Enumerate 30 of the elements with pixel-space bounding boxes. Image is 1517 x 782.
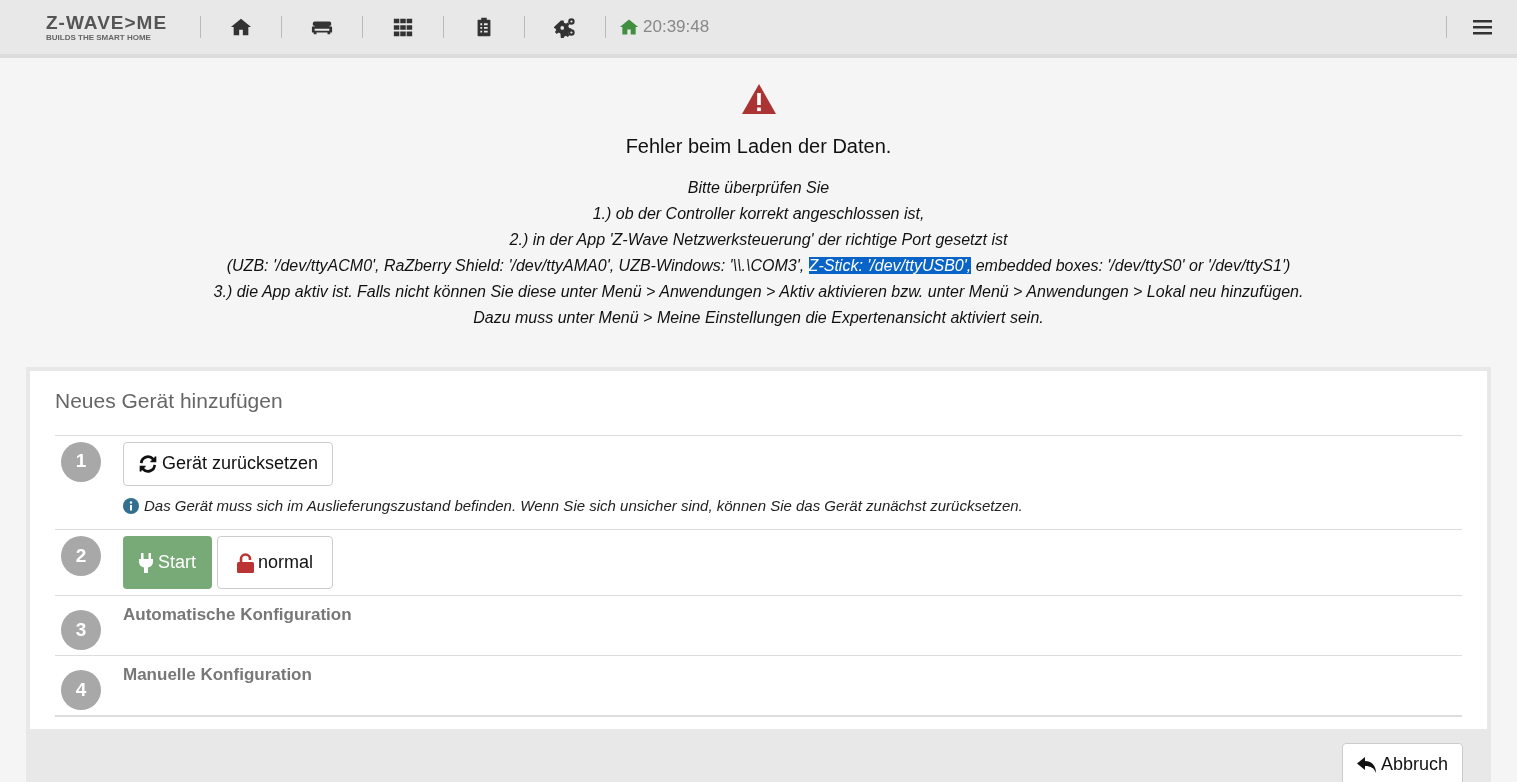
step-number: 3	[61, 610, 101, 650]
step-heading: Manuelle Konfiguration	[123, 664, 312, 686]
grid-icon	[392, 16, 414, 38]
error-text: 3.) die App aktiv ist. Falls nicht können Sie diese unter Menü > Anwendungen > Aktiv aktivieren bzw. unter Menü > Anwendungen > Lokal neu hinzufügen.	[213, 282, 1304, 302]
clock-time: 20:39:48	[643, 16, 710, 39]
step-number: 4	[61, 670, 101, 710]
warning-icon	[740, 83, 777, 115]
error-text: Dazu muss unter Menü > Meine Einstellungen die Expertenansicht aktiviert sein.	[473, 308, 1044, 328]
reply-icon	[1356, 756, 1377, 773]
refresh-icon	[138, 453, 158, 474]
home-icon	[230, 16, 252, 38]
unlock-icon	[237, 552, 254, 573]
menu-icon	[1472, 19, 1492, 35]
cancel-button[interactable]: Abbruch	[1341, 743, 1463, 782]
step-number: 1	[61, 441, 101, 482]
error-title: Fehler beim Laden der Daten.	[625, 134, 892, 159]
logo-text: Z-WAVE>ME	[46, 12, 168, 32]
card-title: Neues Gerät hinzufügen	[55, 388, 284, 414]
home-icon	[619, 18, 639, 36]
step-heading: Automatische Konfiguration	[123, 604, 352, 626]
reset-button[interactable]: Gerät zurücksetzen	[123, 441, 334, 486]
mode-button[interactable]: normal	[217, 536, 334, 589]
step-number: 2	[61, 536, 101, 576]
plug-icon	[139, 552, 153, 573]
error-text: 1.) ob der Controller korrekt angeschlossen ist,	[592, 204, 925, 224]
info-text: Das Gerät muss sich im Auslieferungszustand befinden. Wenn Sie sich unsicher sind, können Sie das Gerät zunächst zurücksetzen.	[144, 495, 1023, 516]
error-text: 2.) in der App 'Z-Wave Netzwerksteuerung' der richtige Port gesetzt ist	[509, 230, 1008, 250]
info-icon	[123, 497, 139, 514]
logo-tagline: BUILDS THE SMART HOME	[46, 33, 152, 42]
error-text: Bitte überprüfen Sie	[687, 178, 830, 198]
